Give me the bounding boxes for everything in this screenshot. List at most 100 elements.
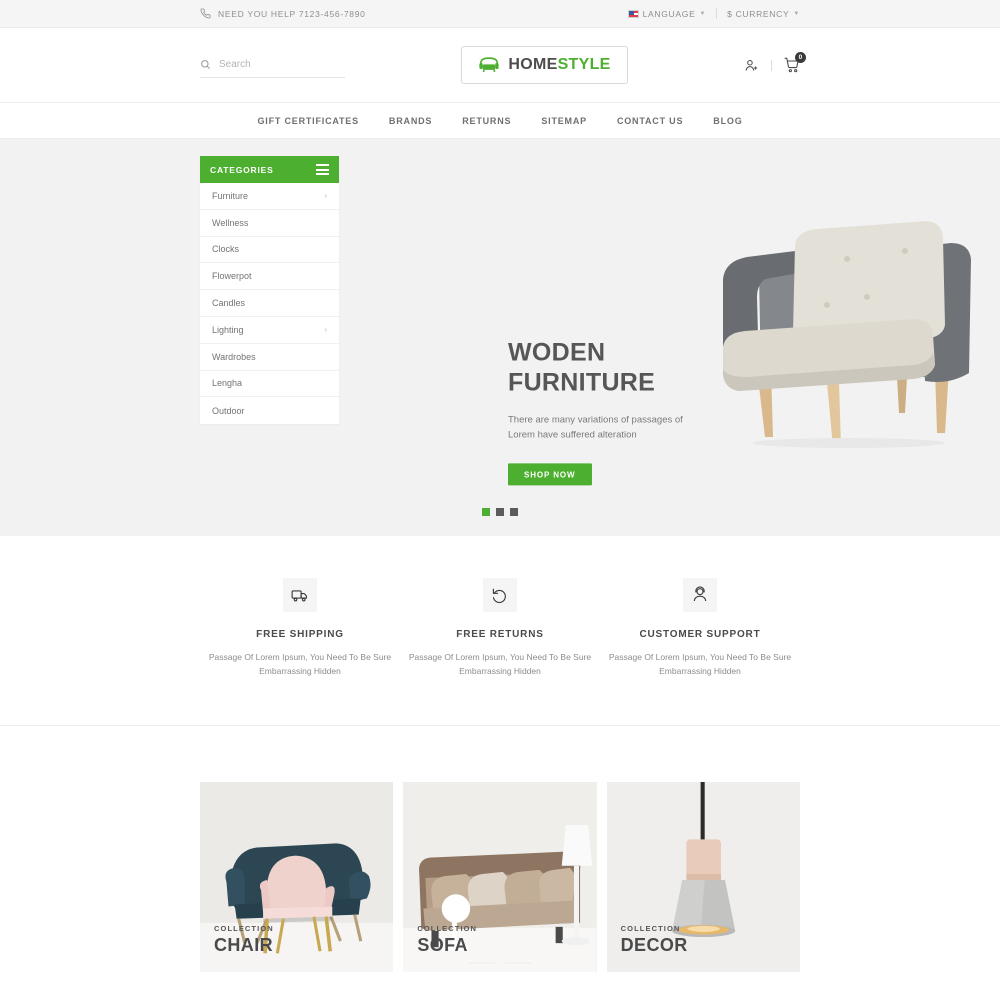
category-label: Outdoor (212, 405, 245, 416)
site-header: HOMESTYLE 0 (0, 28, 1000, 103)
language-label: LANGUAGE (642, 8, 696, 19)
top-bar: NEED YOU HELP 7123-456-7890 LANGUAGE ▼ $… (0, 0, 1000, 28)
services-section: FREE SHIPPING Passage Of Lorem Ipsum, Yo… (0, 536, 1000, 726)
search-icon (201, 60, 210, 69)
categories-header[interactable]: CATEGORIES (200, 156, 339, 183)
collection-card-chair[interactable]: COLLECTION CHAIR (200, 781, 394, 972)
next-section-peek (0, 961, 1000, 964)
nav-item-blog[interactable]: BLOG (713, 116, 742, 126)
service-description: Passage Of Lorem Ipsum, You Need To Be S… (208, 652, 392, 677)
armchair-illustration (723, 221, 971, 448)
help-phone-text: NEED YOU HELP 7123-456-7890 (218, 8, 366, 19)
collection-kicker: COLLECTION (620, 923, 681, 933)
account-button[interactable] (744, 58, 759, 73)
carousel-dot-2[interactable] (496, 508, 504, 516)
chevron-down-icon: ▼ (699, 10, 707, 17)
category-item-furniture[interactable]: Furniture › (200, 183, 339, 210)
collection-name: CHAIR (214, 934, 273, 955)
truck-icon (283, 578, 317, 612)
return-arrow-icon (483, 578, 517, 612)
category-item-outdoor[interactable]: Outdoor (200, 397, 339, 424)
currency-selector[interactable]: $ CURRENCY ▼ (727, 9, 800, 19)
category-item-clocks[interactable]: Clocks (200, 237, 339, 264)
hero-armchair-image (699, 201, 999, 451)
homepage: NEED YOU HELP 7123-456-7890 LANGUAGE ▼ $… (0, 0, 1000, 972)
carousel-pagination (0, 508, 1000, 516)
service-customer-support: CUSTOMER SUPPORT Passage Of Lorem Ipsum,… (600, 578, 800, 679)
nav-item-sitemap[interactable]: SITEMAP (541, 116, 587, 126)
flag-icon (627, 9, 639, 18)
categories-title: CATEGORIES (210, 164, 274, 175)
service-free-returns: FREE RETURNS Passage Of Lorem Ipsum, You… (400, 578, 600, 679)
hero-slide: WODEN FURNITURE There are many variation… (339, 156, 971, 536)
service-free-shipping: FREE SHIPPING Passage Of Lorem Ipsum, Yo… (200, 578, 400, 679)
cart-count-badge: 0 (794, 52, 806, 63)
category-label: Lighting (212, 324, 244, 335)
carousel-dot-3[interactable] (510, 508, 518, 516)
collection-name: SOFA (417, 934, 468, 955)
search-input[interactable] (219, 59, 329, 70)
shop-now-button[interactable]: SHOP NOW (508, 463, 592, 486)
peek-line (505, 961, 531, 964)
hero-title-line-1: WODEN (508, 338, 606, 367)
collection-caption: COLLECTION SOFA (417, 924, 477, 956)
logo-text-home: HOME (508, 56, 558, 73)
category-label: Wardrobes (212, 351, 256, 362)
hero-description: There are many variations of passages of… (508, 414, 683, 441)
category-item-lighting[interactable]: Lighting › (200, 317, 339, 344)
category-item-flowerpot[interactable]: Flowerpot (200, 263, 339, 291)
divider (716, 8, 718, 19)
hamburger-menu-icon[interactable] (316, 164, 329, 175)
nav-item-contact-us[interactable]: CONTACT US (617, 116, 683, 126)
chevron-down-icon: ▼ (793, 10, 800, 17)
header-icons: 0 (744, 52, 806, 73)
category-label: Lengha (212, 378, 243, 389)
main-navigation: GIFT CERTIFICATES BRANDS RETURNS SITEMAP… (0, 103, 1000, 139)
collection-card-decor[interactable]: COLLECTION DECOR (606, 781, 800, 972)
service-description: Passage Of Lorem Ipsum, You Need To Be S… (608, 652, 792, 677)
carousel-dot-1[interactable] (482, 508, 490, 516)
peek-line (469, 961, 495, 964)
category-item-candles[interactable]: Candles (200, 290, 339, 317)
nav-item-gift-certificates[interactable]: GIFT CERTIFICATES (257, 116, 358, 126)
category-label: Flowerpot (212, 271, 252, 282)
language-selector[interactable]: LANGUAGE ▼ (627, 8, 707, 19)
divider (770, 59, 772, 71)
top-bar-right: LANGUAGE ▼ $ CURRENCY ▼ (627, 8, 800, 19)
hero-title-line-2: FURNITURE (508, 367, 656, 396)
hero-section: CATEGORIES Furniture › Wellness Clocks F… (0, 139, 1000, 536)
currency-label: $ CURRENCY (727, 8, 790, 19)
category-label: Candles (212, 298, 246, 309)
chevron-right-icon: › (324, 191, 327, 201)
collection-kicker: COLLECTION (417, 923, 478, 933)
category-item-wellness[interactable]: Wellness (200, 210, 339, 237)
service-description: Passage Of Lorem Ipsum, You Need To Be S… (408, 652, 592, 677)
chevron-right-icon: › (324, 325, 327, 335)
category-item-wardrobes[interactable]: Wardrobes (200, 344, 339, 371)
search-box[interactable] (200, 52, 345, 78)
service-title: FREE RETURNS (456, 629, 544, 640)
logo-text: HOMESTYLE (508, 56, 610, 74)
service-title: FREE SHIPPING (256, 629, 344, 640)
categories-sidebar: CATEGORIES Furniture › Wellness Clocks F… (200, 156, 339, 425)
collection-kicker: COLLECTION (214, 923, 274, 933)
collection-caption: COLLECTION CHAIR (214, 924, 274, 956)
collection-card-sofa[interactable]: COLLECTION SOFA (403, 781, 597, 972)
sofa-logo-icon (479, 57, 499, 72)
category-label: Clocks (212, 244, 240, 255)
collections-section: COLLECTION CHAIR COLLECTION SOFA COLLECT… (0, 725, 1000, 972)
phone-icon (200, 8, 211, 19)
collection-name: DECOR (620, 934, 688, 955)
top-bar-left: NEED YOU HELP 7123-456-7890 (200, 8, 366, 19)
logo-text-style: STYLE (557, 56, 611, 73)
nav-item-returns[interactable]: RETURNS (462, 116, 511, 126)
nav-item-brands[interactable]: BRANDS (389, 116, 432, 126)
category-item-lengha[interactable]: Lengha (200, 371, 339, 398)
category-label: Wellness (212, 217, 249, 228)
user-add-icon (745, 59, 758, 71)
cart-button[interactable]: 0 (784, 52, 806, 73)
site-logo[interactable]: HOMESTYLE (461, 46, 628, 84)
service-title: CUSTOMER SUPPORT (639, 629, 761, 640)
hero-title: WODEN FURNITURE (508, 338, 708, 397)
category-label: Furniture (212, 190, 249, 201)
